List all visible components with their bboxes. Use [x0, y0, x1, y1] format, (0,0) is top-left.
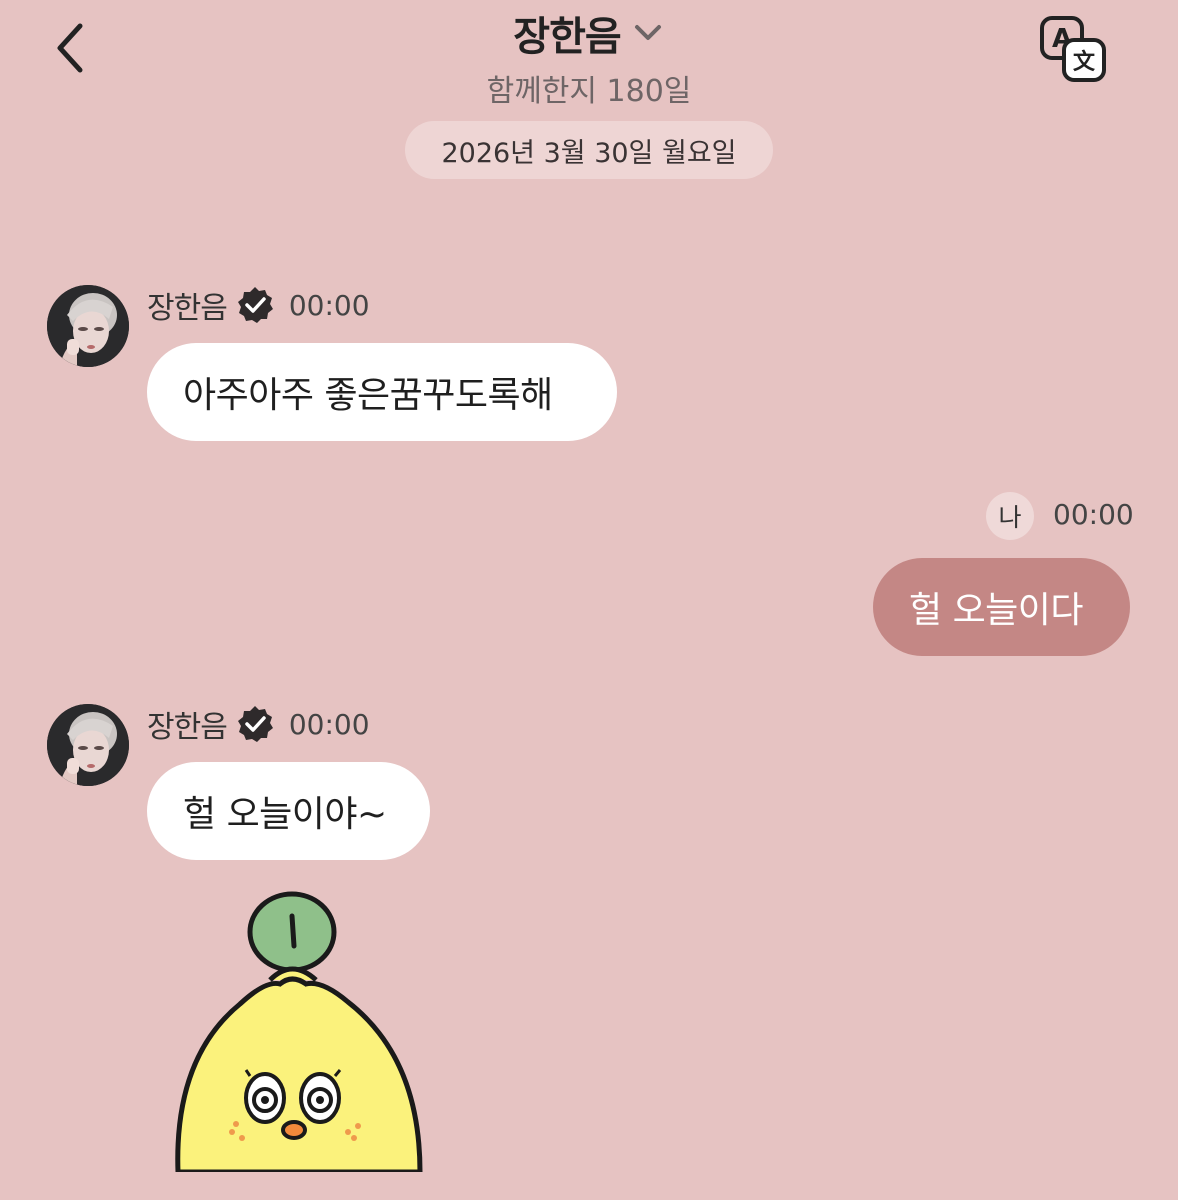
my-profile-badge[interactable]: 나: [986, 492, 1034, 540]
message-meta: 장한음 00:00: [147, 284, 370, 326]
message-time: 00:00: [288, 707, 370, 741]
date-divider: 2026년 3월 30일 월요일: [405, 121, 773, 179]
avatar[interactable]: [47, 285, 129, 367]
message-bubble-outgoing[interactable]: 헐 오늘이다: [873, 558, 1130, 656]
message-meta: 장한음 00:00: [147, 703, 370, 745]
title-row[interactable]: 장한음: [513, 4, 664, 62]
translate-icon: A 文: [1040, 16, 1106, 82]
chevron-down-icon[interactable]: [631, 16, 665, 50]
days-together-text: 함께한지 180일: [486, 74, 692, 109]
message-time: 00:00: [1053, 498, 1134, 531]
chat-header: 장한음 함께한지 180일 A 文: [0, 0, 1178, 112]
verified-badge-icon: [237, 287, 273, 323]
translate-button[interactable]: A 文: [1036, 14, 1110, 84]
sender-name: 장한음: [147, 291, 228, 326]
sender-name: 장한음: [147, 710, 228, 745]
verified-badge-icon: [237, 706, 273, 742]
chat-title-area: 장한음 함께한지 180일: [0, 4, 1178, 110]
svg-text:文: 文: [1073, 49, 1096, 75]
lemon-character-sticker[interactable]: [170, 888, 430, 1172]
message-bubble[interactable]: 아주아주 좋은꿈꾸도록해: [147, 343, 617, 441]
chat-screen: 장한음 함께한지 180일 A 文 2026년 3월 30일 월요일 장한음 0…: [0, 0, 1178, 1200]
message-bubble[interactable]: 헐 오늘이야~: [147, 762, 430, 860]
avatar[interactable]: [47, 704, 129, 786]
page-title: 장한음: [513, 14, 621, 60]
message-time: 00:00: [288, 288, 370, 322]
